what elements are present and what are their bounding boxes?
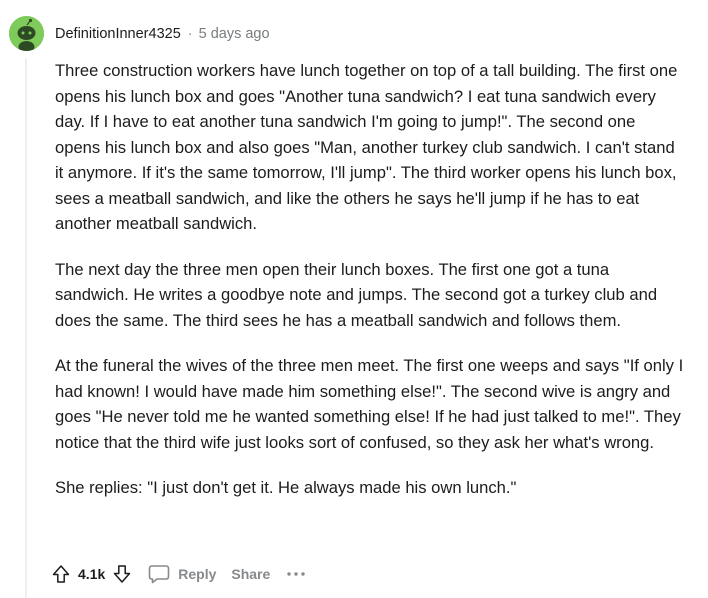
comment-paragraph: At the funeral the wives of the three me…: [55, 356, 684, 452]
timestamp-link[interactable]: 5 days ago: [199, 26, 270, 42]
thread-line[interactable]: [25, 58, 27, 598]
comment-action-bar: 4.1k Reply Share: [50, 560, 306, 588]
upvote-button[interactable]: [50, 563, 72, 585]
ellipsis-icon: [287, 572, 305, 576]
comment-paragraph: Three construction workers have lunch to…: [55, 61, 678, 233]
downvote-button[interactable]: [111, 563, 133, 585]
comment-paragraph: She replies: "I just don't get it. He al…: [55, 478, 517, 497]
speech-bubble-icon: [148, 565, 170, 584]
comment-meta: DefinitionInner4325 · 5 days ago: [55, 25, 270, 43]
vote-count: 4.1k: [78, 566, 106, 582]
comment: DefinitionInner4325 · 5 days ago Three con…: [0, 0, 708, 598]
comment-paragraph: The next day the three men open their lu…: [55, 259, 658, 330]
share-button[interactable]: Share: [231, 566, 270, 582]
meta-separator: ·: [187, 26, 193, 42]
reply-label: Reply: [178, 566, 217, 582]
more-options-button[interactable]: [286, 569, 306, 579]
arrow-up-icon: [52, 565, 70, 583]
arrow-down-icon: [114, 565, 131, 583]
username-link[interactable]: DefinitionInner4325: [55, 26, 181, 42]
comment-body: Three construction workers have lunch to…: [55, 58, 685, 501]
snoo-avatar-icon: [9, 16, 44, 51]
reply-button[interactable]: Reply: [147, 563, 216, 585]
avatar[interactable]: [9, 16, 44, 51]
